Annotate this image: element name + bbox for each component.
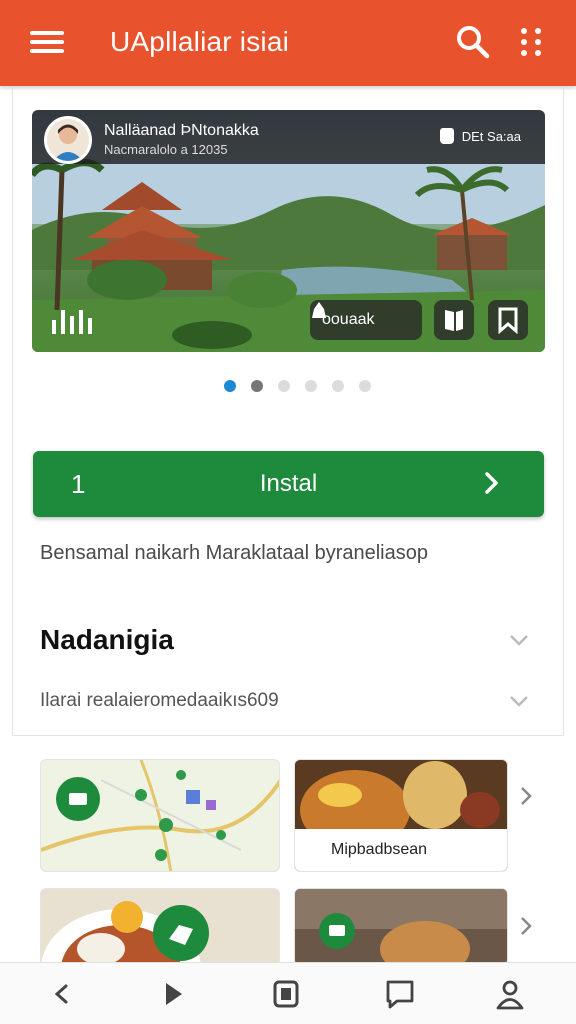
hamburger-menu-icon[interactable]	[30, 27, 66, 57]
chevron-down-icon[interactable]	[509, 634, 529, 646]
restaurant-image	[295, 889, 507, 965]
book-button[interactable]	[434, 300, 474, 340]
hero-badge: DEt Sa:aa	[439, 128, 521, 144]
book-icon	[445, 310, 463, 331]
carousel-indicator	[224, 380, 371, 392]
carousel-dot[interactable]	[278, 380, 290, 392]
chevron-right-icon[interactable]	[520, 786, 532, 806]
play-icon[interactable]	[156, 977, 192, 1011]
carousel-dot[interactable]	[305, 380, 317, 392]
chevron-right-icon	[485, 472, 498, 494]
restaurant-tile[interactable]	[294, 888, 508, 966]
carousel-dot[interactable]	[332, 380, 344, 392]
bookmark-icon	[498, 307, 518, 335]
install-button[interactable]: 1 Instal	[33, 451, 544, 517]
equalizer-icon	[52, 308, 98, 334]
lock-icon	[439, 128, 454, 144]
chat-icon[interactable]	[382, 977, 418, 1011]
carousel-dot[interactable]	[251, 380, 263, 392]
carousel-dot[interactable]	[224, 380, 236, 392]
bottom-navigation	[0, 962, 576, 1024]
chevron-down-icon[interactable]	[509, 695, 529, 707]
app-title: UApllaliar isiai	[110, 26, 290, 57]
hero-pill-button[interactable]: oouaak	[310, 300, 422, 340]
food-tile[interactable]: Mipbadbsean	[294, 759, 508, 872]
section-subtitle: Ilarai realaieromedaaikıs609	[40, 690, 279, 711]
app-bar: UApllaliar isiai	[0, 0, 576, 86]
frame-border-left	[12, 86, 13, 736]
hero-subtitle: Nacmaralolo a 12035	[104, 142, 228, 157]
carousel-dot[interactable]	[359, 380, 371, 392]
app-description: Bensamal naikarh Maraklataal byraneliaso…	[40, 542, 428, 564]
bag-icon	[312, 302, 326, 318]
food-caption: Mipbadbsean	[295, 829, 507, 871]
map-tile[interactable]	[40, 759, 280, 872]
back-icon[interactable]	[44, 977, 80, 1011]
hero-badge-label: DEt Sa:aa	[461, 128, 521, 144]
bowl-tile[interactable]	[40, 888, 280, 966]
bookmark-button[interactable]	[488, 300, 528, 340]
bowl-image	[41, 901, 209, 965]
hero-header: Nalläanad ÞNtonakka Nacmaralolo a 12035 …	[32, 110, 545, 164]
avatar[interactable]	[44, 116, 92, 164]
map-image	[41, 760, 279, 871]
more-vert-icon[interactable]	[519, 26, 545, 58]
install-label: Instal	[259, 470, 318, 497]
hero-card[interactable]: Nalläanad ÞNtonakka Nacmaralolo a 12035 …	[32, 110, 545, 352]
search-icon[interactable]	[455, 24, 491, 60]
frame-border-right	[563, 86, 564, 736]
section-title: Nadanigia	[40, 624, 174, 655]
hero-title: Nalläanad ÞNtonakka	[104, 122, 259, 139]
chevron-right-icon[interactable]	[520, 916, 532, 936]
profile-icon[interactable]	[492, 977, 528, 1011]
divider	[12, 735, 564, 736]
hero-pill-label: oouaak	[322, 311, 375, 328]
apps-icon[interactable]	[268, 977, 304, 1011]
